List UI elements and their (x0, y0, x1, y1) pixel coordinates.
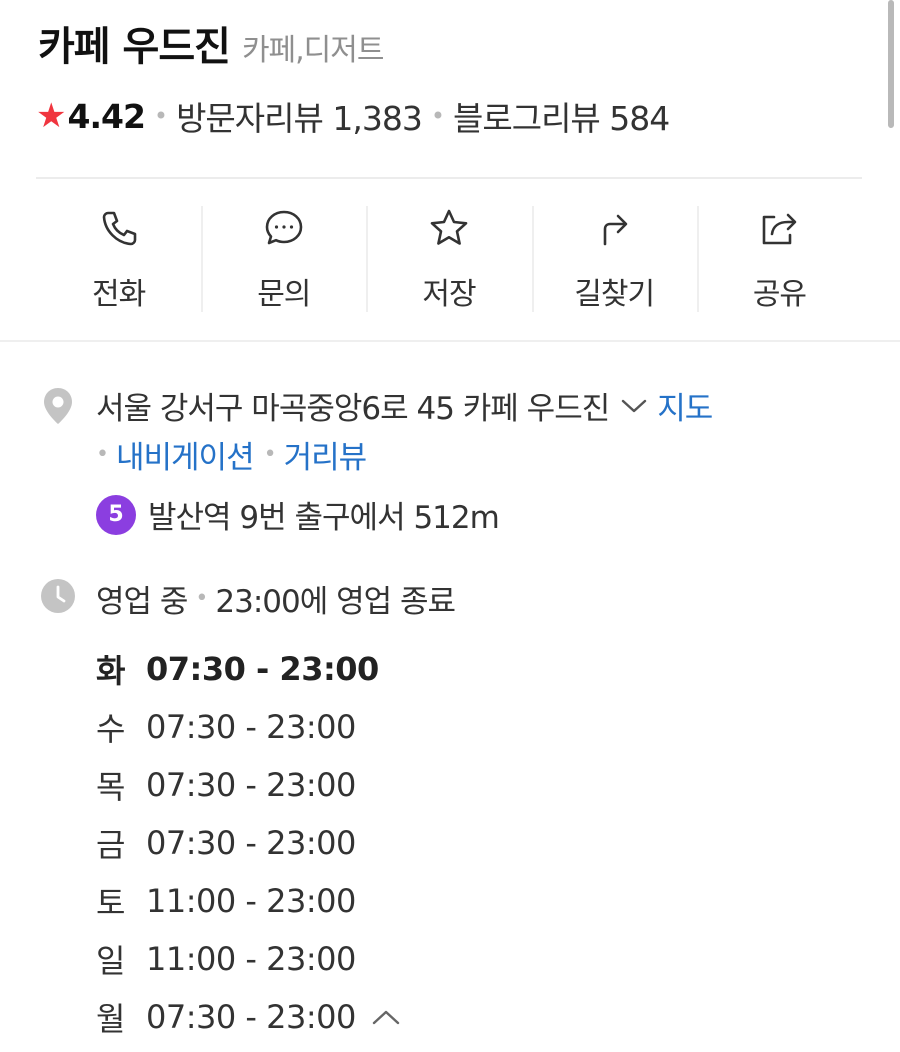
hours-time: 11:00 - 23:00 (146, 882, 356, 920)
call-label: 전화 (92, 277, 146, 312)
hours-day: 금 (96, 826, 125, 864)
separator-dot: • (96, 442, 109, 467)
inquiry-label: 문의 (257, 277, 311, 312)
share-label: 공유 (752, 277, 807, 312)
streetview-link[interactable]: 거리뷰 (284, 432, 368, 477)
address-links-row: • 내비게이션 • 거리뷰 (96, 432, 368, 477)
place-category: 카페,디저트 (241, 33, 385, 68)
subway-line-badge: 5 (96, 494, 136, 535)
hours-row: 일 11:00 - 23:00 (96, 930, 402, 988)
hours-time: 07:30 - 23:00 (146, 998, 356, 1036)
rating-score: 4.42 (67, 96, 145, 136)
hours-row: 목 07:30 - 23:00 (96, 756, 402, 814)
separator-dot: • (430, 102, 445, 130)
hours-time: 07:30 - 23:00 (146, 708, 356, 746)
business-status: 영업 중 (96, 584, 188, 620)
hours-time: 11:00 - 23:00 (146, 940, 356, 978)
directions-button[interactable]: 길찾기 (531, 202, 697, 314)
separator-dot: • (195, 586, 208, 611)
hours-time: 07:30 - 23:00 (146, 824, 356, 862)
chevron-down-icon[interactable] (619, 391, 649, 421)
blog-reviews-link[interactable]: 블로그리뷰 584 (453, 92, 670, 140)
save-button[interactable]: 저장 (366, 202, 531, 314)
clock-icon (40, 578, 76, 614)
closing-time: 23:00에 영업 종료 (215, 584, 456, 620)
hours-row: 월 07:30 - 23:00 (96, 988, 402, 1046)
call-button[interactable]: 전화 (36, 202, 201, 314)
hours-row-today: 화 07:30 - 23:00 (96, 640, 402, 698)
hours-row: 토 11:00 - 23:00 (96, 872, 402, 930)
business-status-row[interactable]: 영업 중 • 23:00에 영업 종료 (96, 576, 456, 621)
hours-row: 수 07:30 - 23:00 (96, 698, 402, 756)
hours-day: 수 (96, 710, 125, 748)
location-pin-icon (40, 386, 76, 426)
chevron-up-icon[interactable] (370, 1001, 402, 1033)
hours-day: 화 (96, 652, 125, 690)
directions-icon (593, 207, 635, 249)
save-label: 저장 (422, 277, 476, 312)
share-icon (758, 207, 800, 249)
subway-row: 5 발산역 9번 출구에서 512m (96, 492, 500, 537)
subway-distance: 발산역 9번 출구에서 512m (148, 500, 500, 536)
hours-time: 07:30 - 23:00 (146, 766, 356, 804)
divider (36, 177, 862, 179)
rating-row: ★ 4.42 • 방문자리뷰 1,383 • 블로그리뷰 584 (36, 92, 670, 140)
separator-dot: • (153, 102, 168, 130)
action-bar: 전화 문의 저장 길찾기 공유 (36, 202, 862, 314)
section-divider (0, 340, 900, 342)
directions-label: 길찾기 (574, 277, 655, 312)
title-row: 카페 우드진 카페,디저트 (38, 14, 385, 72)
hours-list: 화 07:30 - 23:00 수 07:30 - 23:00 목 07:30 … (96, 640, 402, 1046)
hours-row: 금 07:30 - 23:00 (96, 814, 402, 872)
map-link[interactable]: 지도 (657, 383, 713, 428)
address-text: 서울 강서구 마곡중앙6로 45 카페 우드진 (96, 391, 610, 427)
chat-icon (263, 207, 305, 249)
star-icon: ★ (36, 96, 67, 136)
hours-day: 일 (96, 942, 125, 980)
hours-time: 07:30 - 23:00 (146, 650, 379, 688)
scrollbar[interactable] (888, 0, 894, 128)
separator-dot: • (263, 442, 277, 467)
visitor-reviews-link[interactable]: 방문자리뷰 1,383 (176, 92, 423, 140)
star-outline-icon (428, 207, 470, 249)
hours-day: 목 (96, 768, 125, 806)
share-button[interactable]: 공유 (696, 202, 862, 314)
place-name: 카페 우드진 (38, 24, 231, 70)
inquiry-button[interactable]: 문의 (201, 202, 366, 314)
address-row: 서울 강서구 마곡중앙6로 45 카페 우드진 지도 (96, 383, 713, 428)
hours-day: 토 (96, 884, 125, 922)
navigation-link[interactable]: 내비게이션 (116, 432, 255, 477)
phone-icon (98, 207, 140, 249)
hours-day: 월 (96, 1000, 125, 1038)
